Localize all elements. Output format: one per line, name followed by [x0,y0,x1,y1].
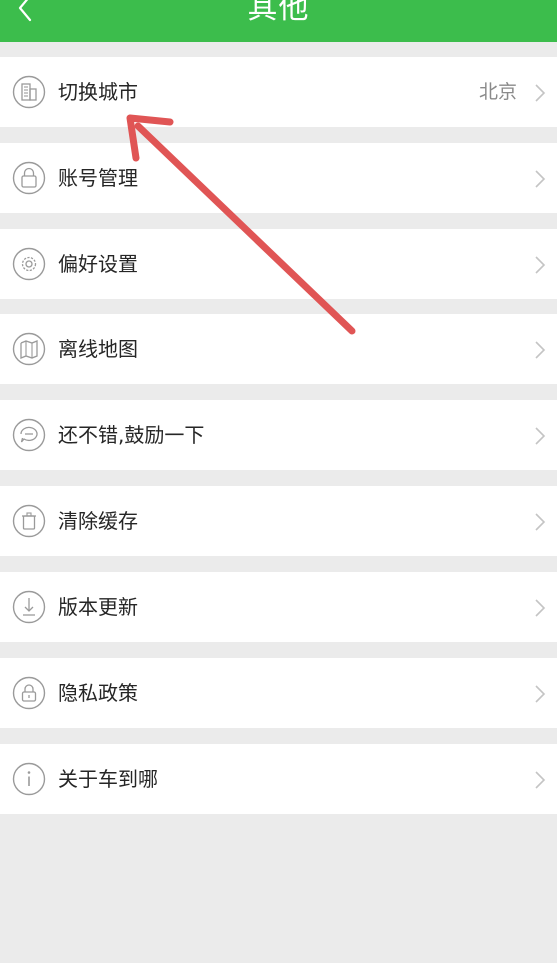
map-download-icon [12,332,46,366]
chevron-right-icon [535,685,546,703]
menu-item-switch-city[interactable]: 切换城市 北京 [0,57,557,127]
chevron-right-icon [535,771,546,789]
chevron-right-icon [535,599,546,617]
gear-icon [12,247,46,281]
chevron-right-icon [535,256,546,274]
menu-item-clear-cache[interactable]: 清除缓存 [0,486,557,556]
menu-item-account[interactable]: 账号管理 [0,143,557,213]
trash-icon [12,504,46,538]
menu-item-label: 账号管理 [58,166,138,190]
city-building-icon [12,75,46,109]
menu-item-label: 还不错,鼓励一下 [58,423,205,447]
menu-item-label: 切换城市 [58,80,138,104]
chevron-right-icon [535,341,546,359]
menu-item-label: 离线地图 [58,337,138,361]
menu-item-label: 隐私政策 [58,681,138,705]
menu-item-about[interactable]: 关于车到哪 [0,744,557,814]
chevron-right-icon [535,513,546,531]
menu-item-version-update[interactable]: 版本更新 [0,572,557,642]
chevron-right-icon [535,427,546,445]
info-icon [12,762,46,796]
lock-icon [12,161,46,195]
chevron-right-icon [535,84,546,102]
menu-item-privacy-policy[interactable]: 隐私政策 [0,658,557,728]
chevron-right-icon [535,170,546,188]
privacy-lock-icon [12,676,46,710]
chat-bubble-icon [12,418,46,452]
menu-item-rate-app[interactable]: 还不错,鼓励一下 [0,400,557,470]
download-icon [12,590,46,624]
menu-item-label: 偏好设置 [58,252,138,276]
page-title: 其他 [247,0,310,26]
app-header: 其他 [0,0,557,42]
menu-item-offline-map[interactable]: 离线地图 [0,314,557,384]
menu-item-label: 版本更新 [58,595,138,619]
menu-item-label: 清除缓存 [58,509,138,533]
current-city-value: 北京 [478,81,517,103]
menu-item-preferences[interactable]: 偏好设置 [0,229,557,299]
menu-item-label: 关于车到哪 [58,767,158,791]
